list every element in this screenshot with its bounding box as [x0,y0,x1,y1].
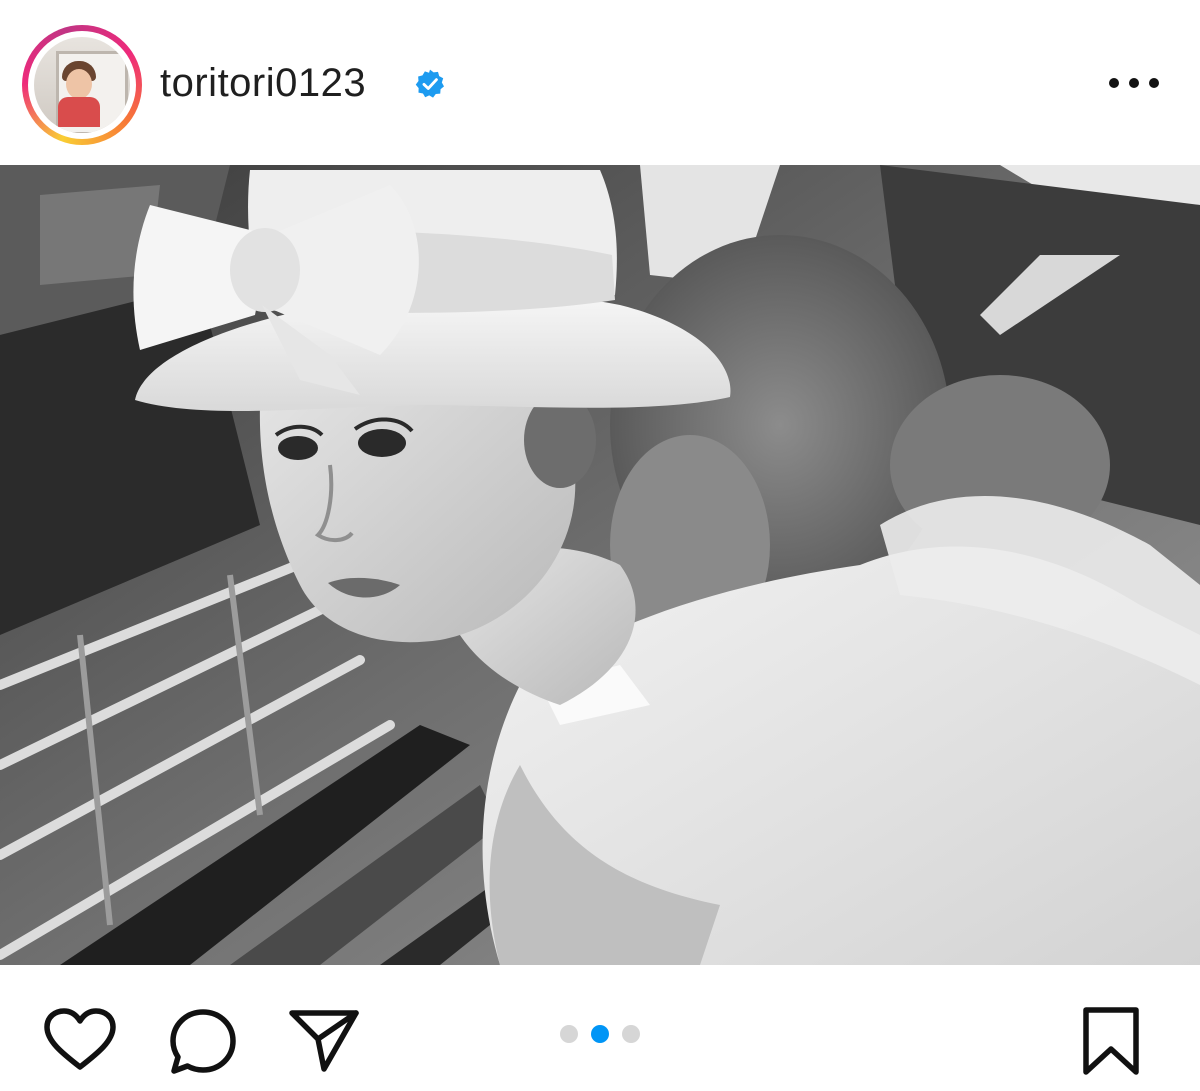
heart-icon[interactable] [42,1007,118,1073]
comment-icon[interactable] [168,1007,238,1077]
black-and-white-portrait [0,165,1200,965]
avatar[interactable] [34,37,130,133]
verified-badge-icon [415,69,444,98]
avatar-border [28,31,136,139]
carousel-dot-active[interactable] [591,1025,609,1043]
carousel-dot[interactable] [622,1025,640,1043]
send-icon[interactable] [288,1007,360,1073]
username-link[interactable]: toritori0123 [160,58,366,108]
more-options-icon[interactable] [1104,68,1164,98]
story-ring[interactable] [22,25,142,145]
carousel-dot[interactable] [560,1025,578,1043]
post-header: toritori0123 [0,0,1200,165]
carousel-indicator [560,1025,644,1043]
avatar-shirt [58,97,100,127]
avatar-face [66,69,92,99]
bookmark-icon[interactable] [1080,1005,1142,1077]
post-image[interactable] [0,165,1200,965]
post-actions-bar [0,965,1200,1091]
